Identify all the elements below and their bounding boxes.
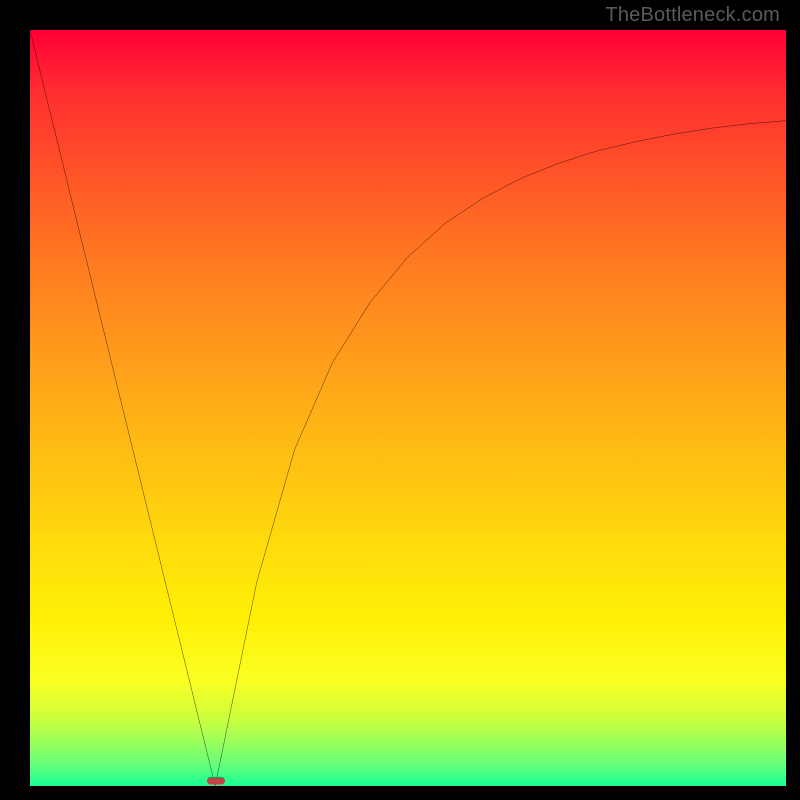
chart-frame: TheBottleneck.com <box>0 0 800 800</box>
watermark-text: TheBottleneck.com <box>605 4 780 27</box>
plot-area <box>30 30 786 786</box>
linear-descent-path <box>30 30 215 786</box>
bottleneck-curve <box>30 30 786 786</box>
asymptotic-rise-path <box>215 121 786 786</box>
marker-dot <box>207 777 225 785</box>
